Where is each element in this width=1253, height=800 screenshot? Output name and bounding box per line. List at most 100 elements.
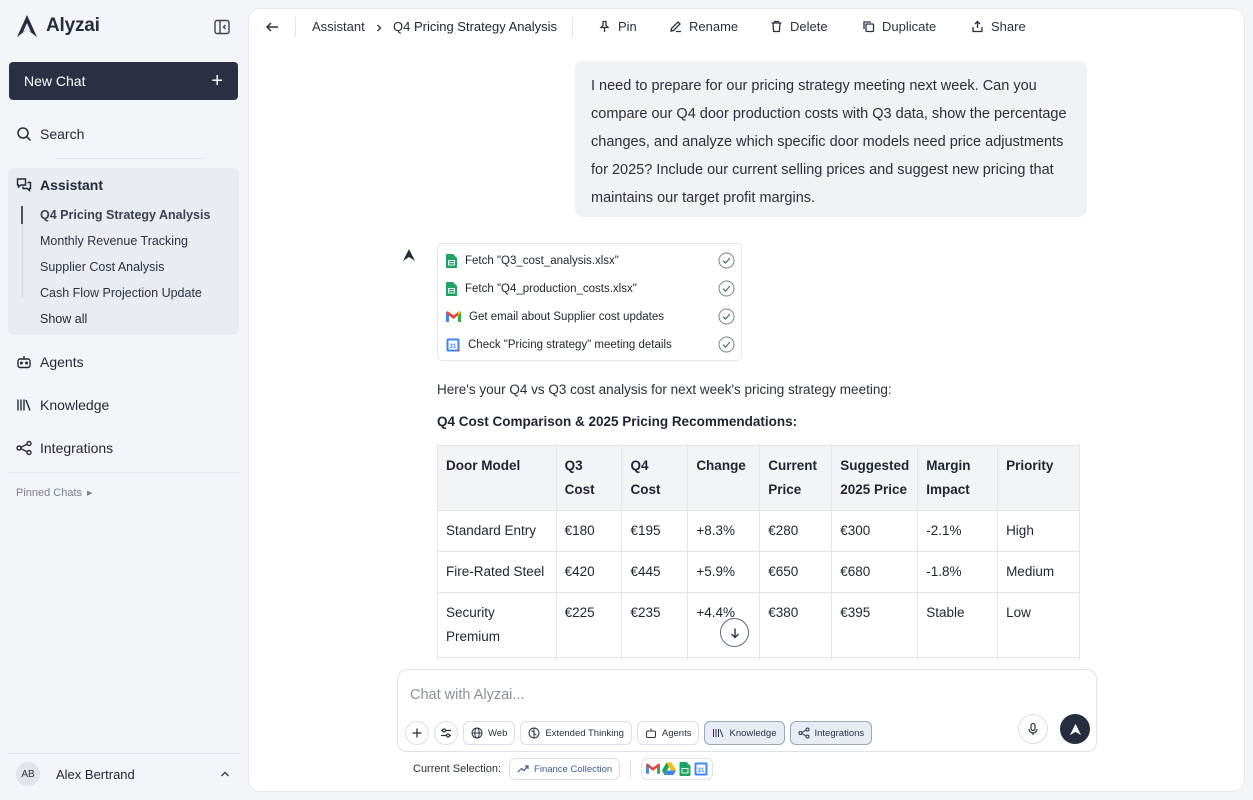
sidebar-chat-item[interactable]: Supplier Cost Analysis [40,260,164,274]
share-button[interactable]: Share [971,19,1026,34]
sidebar-item-integrations[interactable]: Integrations [16,440,113,456]
tool-call-row: Fetch "Q4_production_costs.xlsx" [446,280,735,297]
table-row: Security Premium €225 €235 +4.4% €380 €3… [437,592,1080,658]
knowledge-chip[interactable]: Knowledge [704,721,785,745]
arrow-down-icon [730,628,739,638]
chat-input[interactable]: Chat with Alyzai... [410,687,524,703]
divider [8,753,239,754]
selection-label: Current Selection: [413,763,502,775]
breadcrumb-root[interactable]: Assistant [312,19,365,34]
gmail-icon [446,310,461,322]
integrations-chip[interactable]: Integrations [789,721,873,745]
sidebar-item-agents[interactable]: Agents [16,354,84,370]
new-chat-label: New Chat [24,73,86,89]
pinned-chats-toggle[interactable]: Pinned Chats ▶ [16,487,92,499]
column-header: Current Price [759,445,833,511]
finance-collection-chip[interactable]: Finance Collection [509,758,621,780]
tool-call-label: Get email about Supplier cost updates [469,310,664,323]
brain-icon [528,727,540,739]
table-cell: €650 [759,551,833,593]
column-header: Suggested 2025 Price [831,445,919,511]
table-cell: €445 [621,551,689,593]
table-cell: €235 [621,592,689,658]
sidebar-chat-item[interactable]: Cash Flow Projection Update [40,286,202,300]
google-drive-icon [662,762,677,775]
sheets-icon [679,762,691,776]
duplicate-icon [863,21,875,33]
duplicate-button[interactable]: Duplicate [862,19,936,34]
sidebar-item-knowledge[interactable]: Knowledge [16,397,109,413]
tool-calls-card: Fetch "Q3_cost_analysis.xlsx" Fetch "Q4_… [437,243,742,361]
robot-icon [645,728,656,738]
table-cell: €380 [759,592,833,658]
sheets-icon [446,281,457,296]
connected-apps[interactable]: 31 [641,758,714,780]
collapse-sidebar-icon[interactable] [213,18,231,36]
web-chip[interactable]: Web [463,721,516,745]
brand-name: Alyzai [46,15,100,36]
library-icon [17,399,31,411]
column-header: Priority [997,445,1080,511]
integrations-icon [16,440,32,456]
table-cell: €395 [831,592,919,658]
table-cell: €680 [831,551,919,593]
table-cell [917,657,999,660]
scroll-to-bottom-button[interactable] [720,618,749,647]
brand[interactable]: Alyzai [16,14,100,38]
delete-button[interactable]: Delete [770,19,828,34]
agents-chip[interactable]: Agents [636,721,700,745]
sidebar-item-label: Assistant [40,177,104,193]
send-button[interactable] [1060,714,1090,744]
sliders-icon [441,728,451,738]
table-cell: High [997,510,1080,552]
chip-label: Knowledge [729,727,777,739]
pencil-icon [670,21,681,33]
sidebar-item-assistant[interactable]: Assistant [16,177,103,193]
user-menu[interactable]: AB Alex Bertrand [16,762,231,786]
table-row: Standard Entry €180 €195 +8.3% €280 €300… [437,510,1080,552]
svg-text:31: 31 [698,768,705,774]
trash-icon [771,20,782,33]
pricing-table-container: Door Model Q3 Cost Q4 Cost Change Curren… [437,445,1080,660]
pin-icon [599,20,610,32]
alyzai-logo-icon [17,15,37,37]
sidebar-item-search[interactable]: Search [16,126,84,142]
table-row: Fire-Rated Steel €420 €445 +5.9% €650 €6… [437,551,1080,593]
sidebar-chat-item[interactable]: Q4 Pricing Strategy Analysis [40,208,210,222]
pricing-table: Door Model Q3 Cost Q4 Cost Change Curren… [437,445,1080,660]
extended-thinking-chip[interactable]: Extended Thinking [520,721,632,745]
current-selection: Current Selection: Finance Collection 31 [413,758,714,780]
pin-button[interactable]: Pin [598,19,637,34]
robot-icon [17,356,31,369]
integrations-icon [798,727,809,739]
user-name: Alex Bertrand [56,766,135,782]
chip-label: Integrations [814,727,865,739]
user-message: I need to prepare for our pricing strate… [575,61,1087,217]
column-header: Margin Impact [917,445,999,511]
table-cell [759,657,833,660]
divider [56,158,204,159]
new-chat-button[interactable]: New Chat + [9,62,238,100]
table-cell [621,657,689,660]
response-heading: Q4 Cost Comparison & 2025 Pricing Recomm… [437,414,798,429]
topbar: Assistant Q4 Pricing Strategy Analysis P… [249,9,1244,45]
settings-sliders-button[interactable] [434,721,458,745]
rename-label: Rename [689,19,739,34]
alyzai-logo-icon [403,249,415,261]
duplicate-label: Duplicate [882,19,937,34]
chat-bubbles-icon [16,178,32,192]
tool-call-row: 31 Check "Pricing strategy" meeting deta… [446,336,735,353]
column-header: Q3 Cost [555,445,623,511]
plus-icon: + [211,70,223,92]
back-arrow-icon[interactable] [265,20,279,34]
caret-right-icon: ▶ [87,490,93,497]
table-cell: +8.3% [687,510,761,552]
assistant-avatar [397,243,421,267]
sidebar-chat-item[interactable]: Monthly Revenue Tracking [40,234,188,248]
chevron-up-icon [221,771,229,777]
attach-button[interactable] [405,721,429,745]
microphone-button[interactable] [1018,714,1048,744]
column-header: Q4 Cost [621,445,689,511]
show-all-link[interactable]: Show all [40,312,87,326]
rename-button[interactable]: Rename [669,19,738,34]
